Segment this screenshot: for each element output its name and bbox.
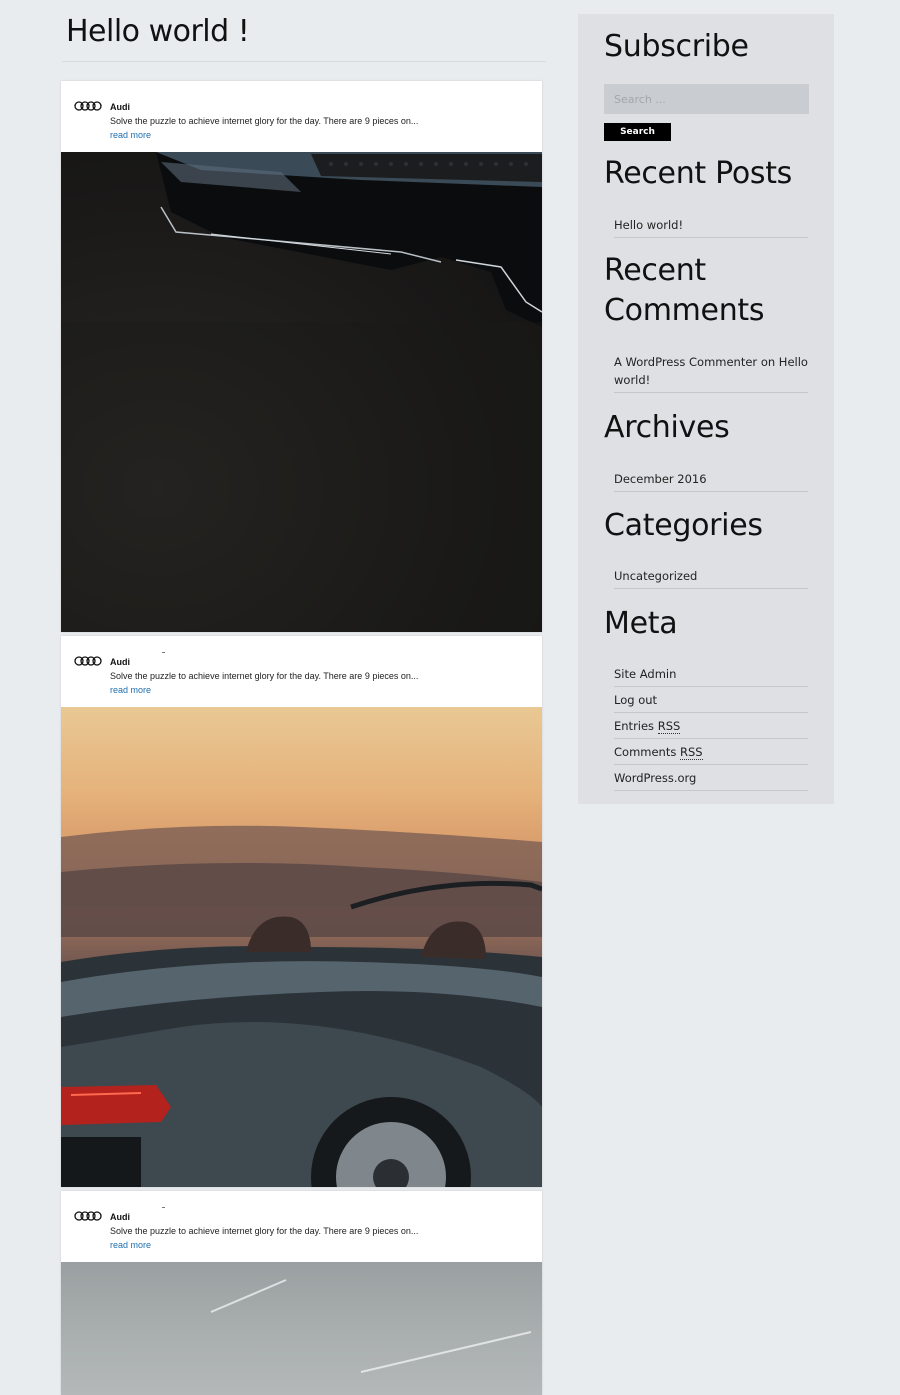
car-underside-illustration bbox=[61, 152, 542, 632]
recent-comments-heading-line1: Recent bbox=[604, 253, 706, 288]
search-button[interactable]: Search bbox=[604, 123, 671, 141]
separator-mark bbox=[162, 652, 165, 653]
post-brand: Audi bbox=[110, 102, 130, 112]
category-item[interactable]: Uncategorized bbox=[614, 563, 808, 589]
sky-contrails-illustration bbox=[210, 1279, 532, 1373]
comments-rss-link[interactable]: Comments RSS bbox=[614, 745, 703, 760]
read-more-link[interactable]: read more bbox=[110, 130, 151, 140]
title-divider bbox=[62, 61, 546, 62]
meta-item[interactable]: Entries RSS bbox=[614, 713, 808, 739]
post-excerpt: Solve the puzzle to achieve internet glo… bbox=[110, 671, 419, 681]
recent-post-item[interactable]: Hello world! bbox=[614, 212, 808, 238]
post-image[interactable] bbox=[61, 1262, 542, 1395]
comment-on-text: on bbox=[760, 355, 776, 369]
recent-comments-heading-line2: Comments bbox=[604, 293, 765, 328]
subscribe-heading: Subscribe bbox=[604, 29, 749, 64]
meta-item[interactable]: Site Admin bbox=[614, 661, 808, 687]
archives-heading: Archives bbox=[604, 410, 730, 445]
meta-heading: Meta bbox=[604, 606, 678, 641]
read-more-link[interactable]: read more bbox=[110, 1240, 151, 1250]
archive-link[interactable]: December 2016 bbox=[614, 472, 707, 486]
categories-list: Uncategorized bbox=[614, 563, 808, 589]
post-image[interactable] bbox=[61, 152, 542, 632]
comment-author-link[interactable]: A WordPress Commenter bbox=[614, 355, 757, 369]
archive-item[interactable]: December 2016 bbox=[614, 466, 808, 492]
wordpress-org-link[interactable]: WordPress.org bbox=[614, 771, 696, 785]
page-title: Hello world ! bbox=[66, 14, 250, 49]
read-more-link[interactable]: read more bbox=[110, 685, 151, 695]
audi-logo-icon bbox=[74, 1211, 102, 1221]
post-card: Audi Solve the puzzle to achieve interne… bbox=[61, 636, 542, 1187]
comments-label: Comments bbox=[614, 745, 677, 759]
post-card: Audi Solve the puzzle to achieve interne… bbox=[61, 1191, 542, 1395]
post-image[interactable] bbox=[61, 707, 542, 1187]
log-out-link[interactable]: Log out bbox=[614, 693, 657, 707]
entries-rss-link[interactable]: Entries RSS bbox=[614, 719, 681, 734]
recent-post-link[interactable]: Hello world! bbox=[614, 218, 683, 232]
recent-comment-item: A WordPress Commenter on Hello world! bbox=[614, 349, 808, 393]
rss-abbr: RSS bbox=[680, 745, 703, 760]
sidebar: Subscribe Search Recent Posts Hello worl… bbox=[578, 14, 834, 804]
recent-posts-heading: Recent Posts bbox=[604, 156, 793, 191]
category-link[interactable]: Uncategorized bbox=[614, 569, 697, 583]
recent-comments-heading: Recent Comments bbox=[604, 251, 765, 331]
entries-label: Entries bbox=[614, 719, 655, 733]
meta-item[interactable]: Log out bbox=[614, 687, 808, 713]
meta-list: Site Admin Log out Entries RSS Comments … bbox=[614, 661, 808, 791]
post-excerpt: Solve the puzzle to achieve internet glo… bbox=[110, 116, 419, 126]
search-input[interactable] bbox=[604, 84, 809, 114]
post-header: Audi Solve the puzzle to achieve interne… bbox=[61, 636, 542, 707]
archives-list: December 2016 bbox=[614, 466, 808, 492]
post-header: Audi Solve the puzzle to achieve interne… bbox=[61, 81, 542, 152]
meta-item[interactable]: Comments RSS bbox=[614, 739, 808, 765]
audi-logo-icon bbox=[74, 101, 102, 111]
convertible-car-illustration bbox=[61, 825, 542, 1187]
post-card: Audi Solve the puzzle to achieve interne… bbox=[61, 81, 542, 632]
meta-item[interactable]: WordPress.org bbox=[614, 765, 808, 791]
post-excerpt: Solve the puzzle to achieve internet glo… bbox=[110, 1226, 419, 1236]
site-admin-link[interactable]: Site Admin bbox=[614, 667, 676, 681]
post-header: Audi Solve the puzzle to achieve interne… bbox=[61, 1191, 542, 1262]
separator-mark bbox=[162, 1207, 165, 1208]
post-brand: Audi bbox=[110, 1212, 130, 1222]
recent-comments-list: A WordPress Commenter on Hello world! bbox=[614, 349, 808, 393]
post-brand: Audi bbox=[110, 657, 130, 667]
rss-abbr: RSS bbox=[657, 719, 681, 734]
audi-logo-icon bbox=[74, 656, 102, 666]
recent-posts-list: Hello world! bbox=[614, 212, 808, 238]
categories-heading: Categories bbox=[604, 508, 763, 543]
